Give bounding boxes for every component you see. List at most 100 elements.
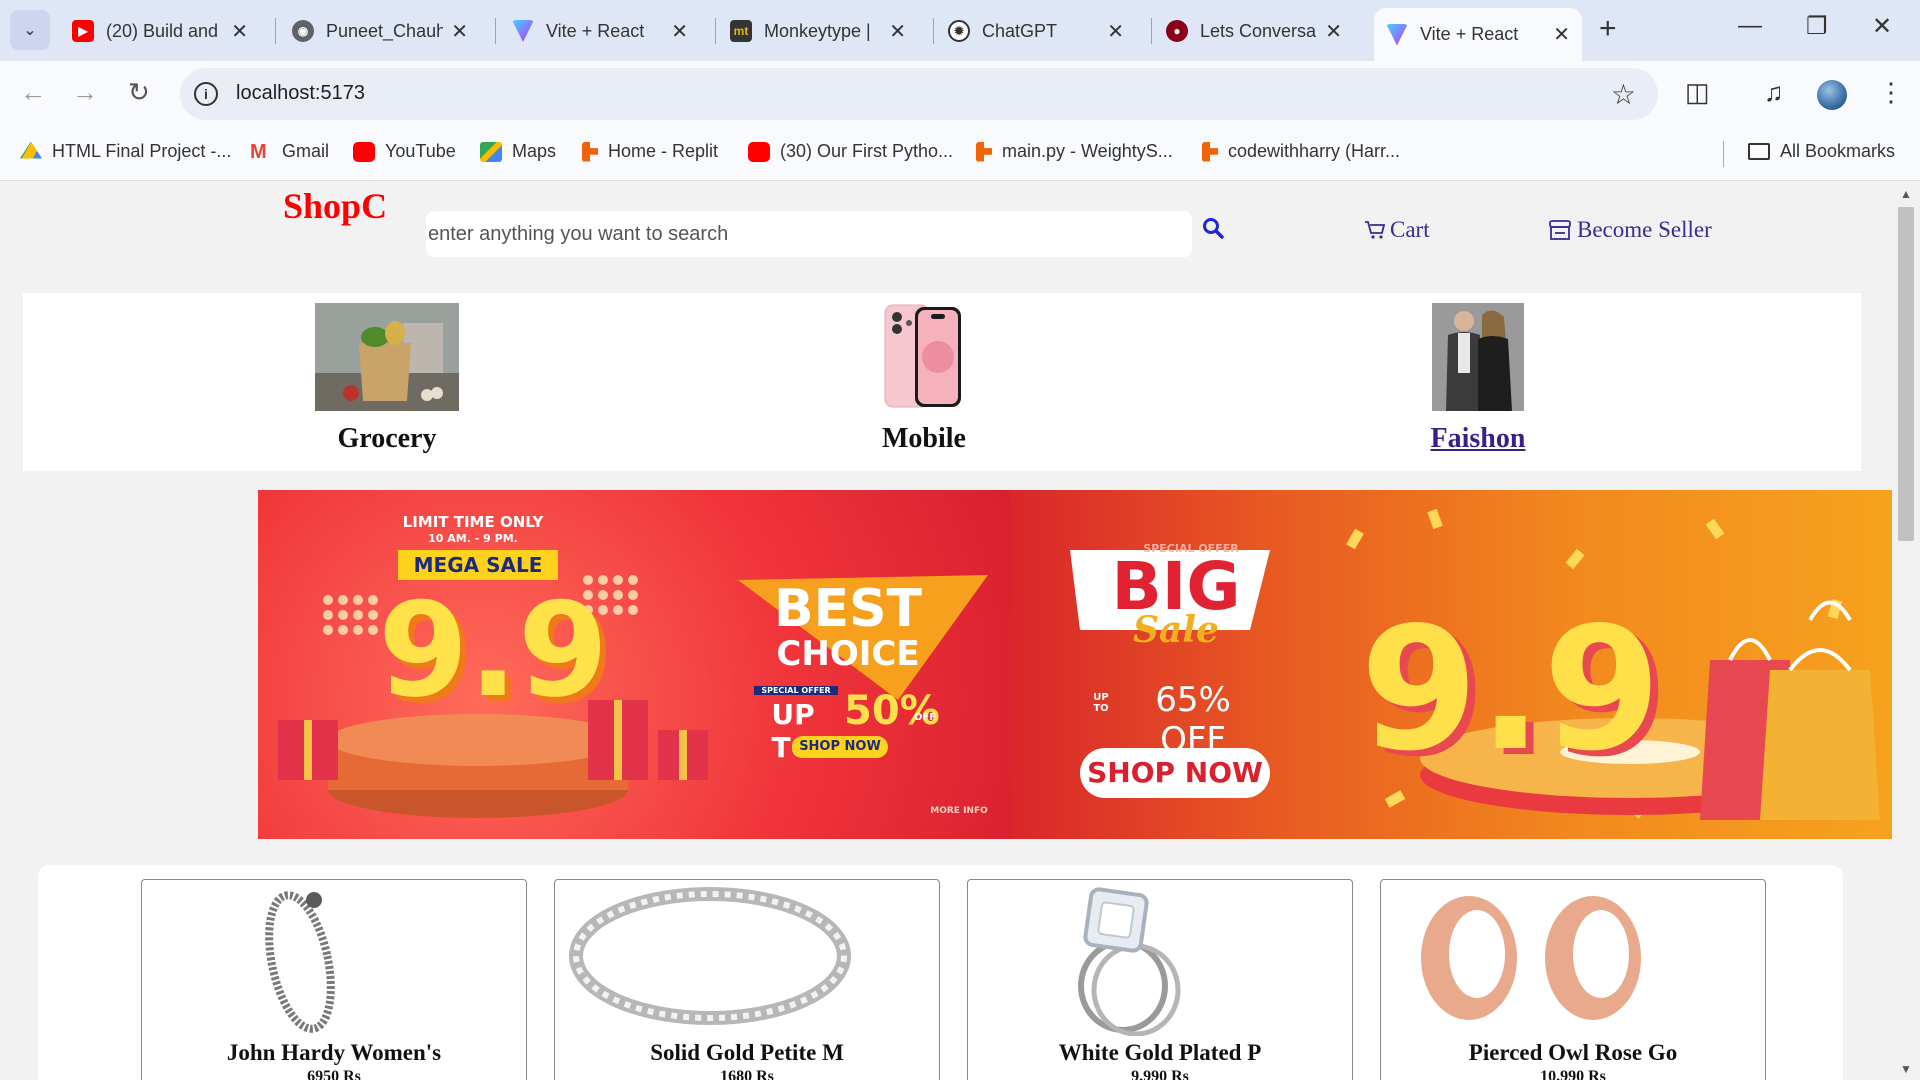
scroll-down-arrow-icon[interactable]: ▼ (1900, 1062, 1912, 1076)
restore-button[interactable]: ❐ (1806, 12, 1828, 41)
site-logo[interactable]: ShopC (283, 185, 387, 227)
close-tab-icon[interactable]: ✕ (451, 19, 468, 44)
page-scrollbar[interactable]: ▲ ▼ (1892, 181, 1920, 1080)
seller-label: Become Seller (1577, 217, 1712, 242)
bookmark-html-final[interactable]: HTML Final Project -... (20, 141, 231, 162)
chatgpt-icon: ✹ (948, 20, 970, 42)
grocery-image (315, 303, 459, 411)
menu-kebab-icon[interactable]: ⋮ (1878, 77, 1904, 108)
product-price: 6950 Rs (307, 1068, 361, 1080)
banner-shop-now-right[interactable]: SHOP NOW (1080, 748, 1270, 798)
tab-vite-react[interactable]: Vite + React ✕ (500, 8, 700, 54)
close-tab-icon[interactable]: ✕ (1107, 19, 1124, 44)
reload-button[interactable]: ↻ (128, 77, 150, 108)
bookmark-maps[interactable]: Maps (480, 141, 556, 162)
replit-icon (582, 141, 598, 162)
youtube-icon: ▶ (72, 20, 94, 42)
all-bookmarks[interactable]: All Bookmarks (1748, 141, 1895, 162)
store-icon (1549, 220, 1571, 240)
search-icon[interactable] (1202, 217, 1224, 244)
category-faishon[interactable]: Faishon (1423, 303, 1533, 455)
fashion-image (1432, 303, 1524, 411)
forward-button[interactable]: → (72, 77, 98, 108)
close-tab-icon[interactable]: ✕ (1325, 19, 1342, 44)
tab-vite-react-active[interactable]: Vite + React ✕ (1374, 8, 1582, 61)
product-card[interactable]: Pierced Owl Rose Go 10,990 Rs (1380, 879, 1766, 1080)
tab-search-button[interactable]: ⌄ (10, 10, 50, 50)
banner-percent: 50% (844, 688, 940, 734)
bookmark-label: HTML Final Project -... (52, 141, 232, 161)
product-price: 9,990 Rs (1131, 1068, 1189, 1080)
tab-puneet[interactable]: ◉ Puneet_Chauh ✕ (280, 8, 480, 54)
bookmark-gmail[interactable]: M Gmail (250, 141, 329, 162)
youtube-icon (748, 141, 770, 162)
media-control-icon[interactable]: ♫ (1764, 77, 1784, 108)
search-input[interactable] (426, 211, 1192, 257)
extensions-icon[interactable]: ◫ (1685, 77, 1710, 108)
youtube-icon (353, 141, 375, 162)
all-bookmarks-label: All Bookmarks (1780, 141, 1896, 161)
cart-label: Cart (1390, 217, 1430, 242)
bookmark-youtube[interactable]: YouTube (353, 141, 456, 162)
product-section: John Hardy Women's 6950 Rs Solid Gold Pe… (38, 865, 1843, 1080)
product-name: John Hardy Women's (226, 1040, 442, 1065)
back-button[interactable]: ← (20, 77, 46, 108)
minimize-button[interactable]: — (1738, 12, 1762, 40)
bookmark-label: Gmail (282, 141, 330, 161)
new-tab-button[interactable]: + (1599, 12, 1617, 46)
address-bar[interactable]: i localhost:5173 ☆ (180, 68, 1658, 120)
product-price: 1680 Rs (720, 1068, 774, 1080)
maps-icon (480, 141, 502, 162)
bookmark-main-py[interactable]: main.py - WeightyS... (976, 141, 1173, 162)
scrollbar-thumb[interactable] (1898, 207, 1914, 541)
product-name: Pierced Owl Rose Go (1468, 1040, 1678, 1065)
tab-chatgpt[interactable]: ✹ ChatGPT ✕ (936, 8, 1136, 54)
close-tab-icon[interactable]: ✕ (889, 19, 906, 44)
banner-right-panel: SPECIAL OFFER BIG Sale UP TO 65% OFF SHO… (1010, 490, 1892, 839)
diamond-ring-image (1078, 887, 1181, 1036)
bookmark-label: (30) Our First Pytho... (780, 141, 954, 161)
plug-earrings-image (1421, 896, 1641, 1020)
sale-banner[interactable]: LIMIT TIME ONLY 10 AM. - 9 PM. MEGA SALE… (258, 490, 1892, 839)
banner-shop-now-left[interactable]: SHOP NOW (792, 736, 888, 758)
tab-title: Vite + React (546, 20, 645, 41)
bracelet-image (265, 891, 335, 1033)
close-window-button[interactable]: ✕ (1872, 12, 1892, 41)
product-price: 10,990 Rs (1540, 1068, 1606, 1080)
site-info-icon[interactable]: i (194, 82, 218, 106)
banner-limit-text: LIMIT TIME ONLY (402, 513, 544, 531)
close-tab-icon[interactable]: ✕ (1553, 22, 1570, 47)
product-name: Solid Gold Petite M (650, 1040, 844, 1065)
monkeytype-icon: mt (730, 20, 752, 42)
bookmark-star-icon[interactable]: ☆ (1611, 78, 1636, 111)
cart-icon (1365, 221, 1386, 239)
tab-lets-conversa[interactable]: ● Lets Conversa ✕ (1154, 8, 1354, 54)
tab-title: ChatGPT (982, 20, 1058, 41)
bookmark-youtube-python[interactable]: (30) Our First Pytho... (748, 141, 953, 162)
banner-upto-right: UP TO (1093, 692, 1109, 714)
become-seller-link[interactable]: Become Seller (1547, 217, 1712, 243)
close-tab-icon[interactable]: ✕ (671, 19, 688, 44)
category-grocery[interactable]: Grocery (310, 303, 464, 455)
profile-avatar[interactable] (1817, 80, 1847, 110)
product-card[interactable]: Solid Gold Petite M 1680 Rs (554, 879, 940, 1080)
gmail-icon: M (250, 140, 267, 163)
tab-youtube-build[interactable]: ▶ (20) Build and ✕ (60, 8, 260, 54)
page-content: ShopC Cart Become Seller (0, 181, 1892, 1080)
tab-title: Lets Conversa (1200, 20, 1317, 41)
category-label: Mobile (882, 423, 966, 454)
close-tab-icon[interactable]: ✕ (231, 19, 248, 44)
category-label: Faishon (1430, 423, 1526, 454)
category-mobile[interactable]: Mobile (869, 303, 979, 455)
tab-monkeytype[interactable]: mt Monkeytype | ✕ (718, 8, 918, 54)
banner-special-offer: SPECIAL OFFER (754, 686, 838, 695)
bookmark-replit-home[interactable]: Home - Replit (582, 141, 718, 162)
cart-link[interactable]: Cart (1364, 217, 1430, 243)
banner-left-panel: LIMIT TIME ONLY 10 AM. - 9 PM. MEGA SALE… (258, 490, 1010, 839)
tab-strip: ⌄ ▶ (20) Build and ✕ ◉ Puneet_Chauh ✕ Vi… (0, 0, 1920, 61)
product-card[interactable]: White Gold Plated P 9,990 Rs (967, 879, 1353, 1080)
category-label: Grocery (337, 423, 437, 454)
scroll-up-arrow-icon[interactable]: ▲ (1900, 187, 1912, 201)
bookmark-codewithharry[interactable]: codewithharry (Harr... (1202, 141, 1400, 162)
product-card[interactable]: John Hardy Women's 6950 Rs (141, 879, 527, 1080)
